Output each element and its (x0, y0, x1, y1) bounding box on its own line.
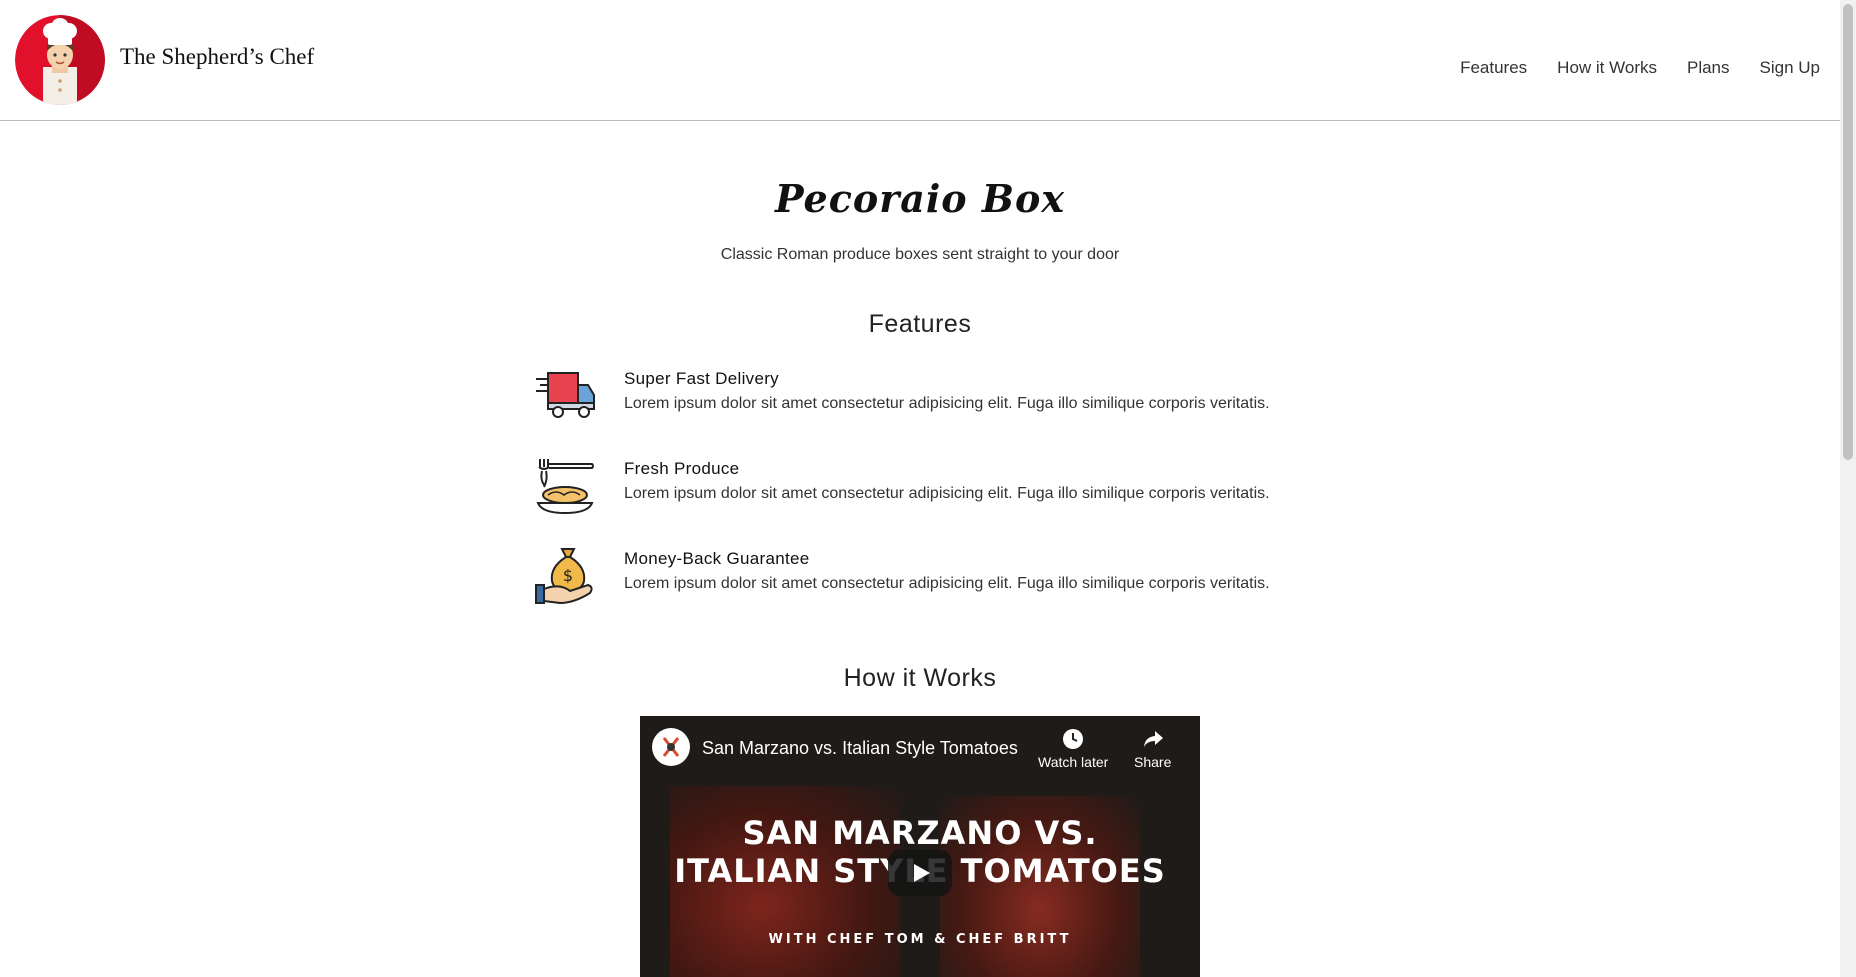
share-button[interactable]: Share (1134, 728, 1171, 770)
hero-subtitle: Classic Roman produce boxes sent straigh… (720, 246, 1120, 263)
scrollbar-thumb[interactable] (1843, 4, 1853, 460)
pasta-fork-icon (534, 455, 596, 517)
video-overlay-credit: WITH CHEF TOM & CHEF BRITT (768, 932, 1072, 947)
share-label: Share (1134, 754, 1172, 770)
hero-title: Pecoraio Box (775, 176, 1065, 221)
video-title[interactable]: San Marzano vs. Italian Style Tomatoes (702, 738, 1018, 759)
share-arrow-icon (1143, 731, 1163, 747)
how-it-works-title: How it Works (843, 664, 997, 692)
watch-later-button[interactable]: Watch later (1038, 728, 1108, 770)
features-title: Features (868, 310, 972, 338)
video-overlay-line1: SAN MARZANO VS. (742, 814, 1098, 852)
nav-link-how-it-works[interactable]: How it Works (1557, 58, 1657, 78)
feature-description: Lorem ipsum dolor sit amet consectetur a… (624, 395, 1270, 412)
nav-link-plans[interactable]: Plans (1687, 58, 1730, 78)
feature-name: Fresh Produce (624, 459, 740, 478)
feature-name: Super Fast Delivery (624, 369, 779, 388)
brand-name[interactable]: The Shepherd’s Chef (120, 44, 314, 70)
svg-text:$: $ (563, 566, 573, 585)
main-nav: Features How it Works Plans Sign Up (1460, 58, 1820, 78)
channel-avatar-icon[interactable] (652, 728, 690, 766)
watch-later-label: Watch later (1038, 754, 1109, 770)
feature-name: Money-Back Guarantee (624, 549, 810, 568)
video-embed[interactable]: San Marzano vs. Italian Style Tomatoes W… (640, 716, 1200, 977)
feature-description: Lorem ipsum dolor sit amet consectetur a… (624, 575, 1270, 592)
feature-item: $ Money-Back Guarantee Lorem ipsum dolor… (534, 548, 1314, 619)
site-header: The Shepherd’s Chef Features How it Work… (0, 0, 1840, 121)
page-scrollbar[interactable] (1840, 0, 1856, 977)
play-button[interactable] (888, 850, 952, 896)
feature-item: Super Fast Delivery Lorem ipsum dolor si… (534, 369, 1314, 439)
feature-item: Fresh Produce Lorem ipsum dolor sit amet… (534, 459, 1314, 529)
delivery-truck-icon (534, 365, 596, 427)
money-bag-hand-icon: $ (534, 545, 596, 607)
chef-logo-icon[interactable] (15, 15, 105, 105)
clock-icon (1063, 729, 1084, 749)
nav-link-features[interactable]: Features (1460, 58, 1527, 78)
feature-description: Lorem ipsum dolor sit amet consectetur a… (624, 485, 1270, 502)
nav-link-sign-up[interactable]: Sign Up (1760, 58, 1820, 78)
